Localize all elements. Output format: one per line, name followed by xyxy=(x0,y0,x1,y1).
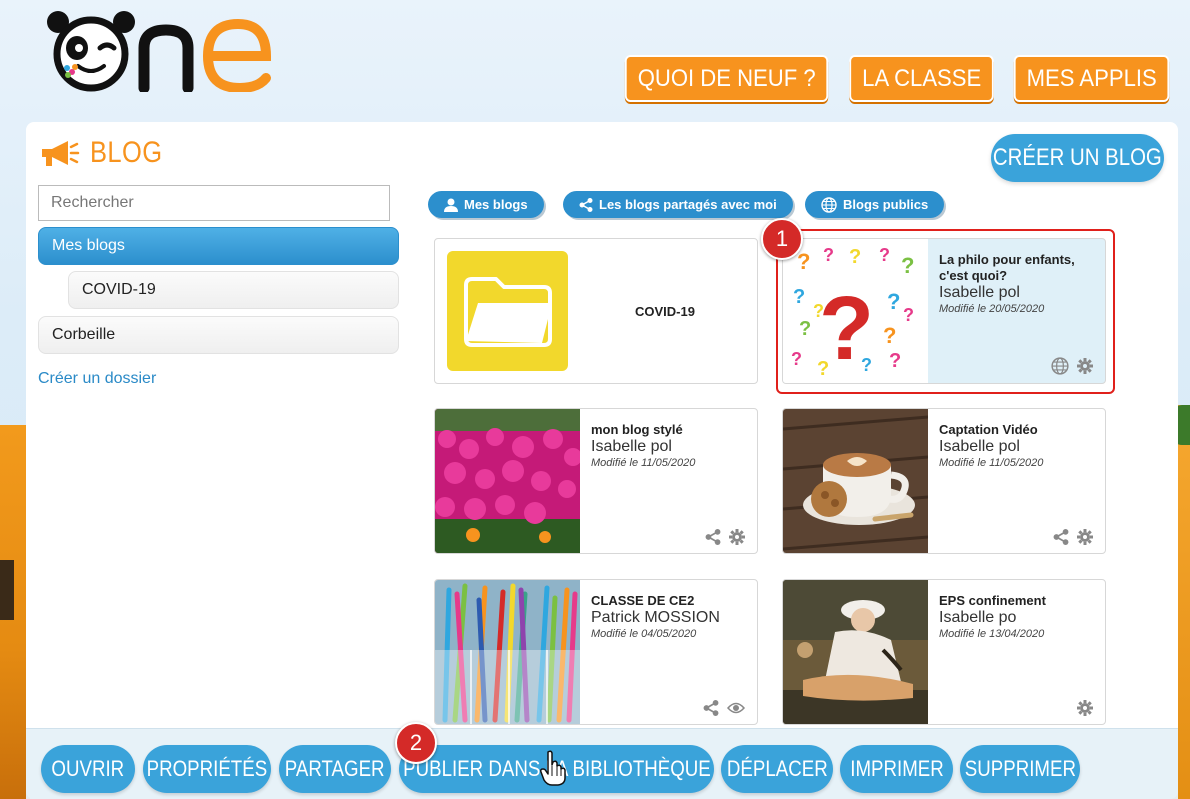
open-button[interactable]: OUVRIR xyxy=(41,745,135,793)
globe-icon xyxy=(821,196,837,213)
folder-icon xyxy=(447,251,568,371)
sidebar-item-covid-19[interactable]: COVID-19 xyxy=(68,271,399,309)
blog-card-info: mon blog stylé Isabelle pol Modifié le 1… xyxy=(591,422,756,471)
share-icon xyxy=(579,197,593,212)
filter-blogs-publics-label: Blogs publics xyxy=(843,197,929,212)
filter-blogs-publics[interactable]: Blogs publics xyxy=(805,191,945,218)
nav-mes-applis[interactable]: MES APPLIS xyxy=(1013,55,1170,102)
blog-author: Isabelle po xyxy=(939,609,1017,626)
create-blog-button[interactable]: CRÉER UN BLOG xyxy=(991,134,1164,182)
nav-la-classe[interactable]: LA CLASSE xyxy=(849,55,995,102)
blog-title: mon blog stylé xyxy=(591,422,683,437)
blog-author: Patrick MOSSION xyxy=(591,609,720,626)
step-badge-2: 2 xyxy=(395,722,437,764)
share-icon[interactable] xyxy=(705,529,721,545)
blog-modified-date: Modifié le 11/05/2020 xyxy=(591,457,696,469)
blog-card-actions xyxy=(703,700,745,716)
folder-label: COVID-19 xyxy=(635,304,695,319)
blog-card-info: EPS confinement Isabelle po Modifié le 1… xyxy=(939,593,1104,642)
delete-button[interactable]: SUPPRIMER xyxy=(960,745,1080,793)
filter-mes-blogs[interactable]: Mes blogs xyxy=(428,191,544,218)
blog-card-actions xyxy=(705,529,745,545)
create-folder-link[interactable]: Créer un dossier xyxy=(38,370,156,388)
selection-highlight xyxy=(776,229,1115,394)
page-title: BLOG xyxy=(38,136,175,170)
hand-cursor-icon xyxy=(540,750,566,791)
blog-card-classe-de-ce2[interactable]: CLASSE DE CE2 Patrick MOSSION Modifié le… xyxy=(434,579,758,725)
search-input[interactable] xyxy=(38,185,390,221)
move-button[interactable]: DÉPLACER xyxy=(721,745,833,793)
properties-button[interactable]: PROPRIÉTÉS xyxy=(143,745,271,793)
blog-title: CLASSE DE CE2 xyxy=(591,593,695,608)
print-button-label: IMPRIMER xyxy=(849,756,944,781)
blog-card-info: Captation Vidéo Isabelle pol Modifié le … xyxy=(939,422,1104,471)
eye-icon[interactable] xyxy=(727,701,745,715)
filter-blogs-partages[interactable]: Les blogs partagés avec moi xyxy=(563,191,793,218)
create-blog-label: CRÉER UN BLOG xyxy=(993,144,1162,171)
filter-blogs-partages-label: Les blogs partagés avec moi xyxy=(599,197,777,212)
blog-thumbnail-coffee xyxy=(783,409,928,553)
step-badge-1: 1 xyxy=(761,218,803,260)
blog-card-captation-video[interactable]: Captation Vidéo Isabelle pol Modifié le … xyxy=(782,408,1106,554)
delete-button-label: SUPPRIMER xyxy=(964,756,1076,781)
sidebar-item-corbeille[interactable]: Corbeille xyxy=(38,316,399,354)
nav-quoi-de-neuf[interactable]: QUOI DE NEUF ? xyxy=(624,55,829,102)
share-button[interactable]: PARTAGER xyxy=(279,745,391,793)
blog-card-info: CLASSE DE CE2 Patrick MOSSION Modifié le… xyxy=(591,593,756,642)
blog-card-mon-blog-style[interactable]: mon blog stylé Isabelle pol Modifié le 1… xyxy=(434,408,758,554)
move-button-label: DÉPLACER xyxy=(726,756,828,781)
filter-mes-blogs-label: Mes blogs xyxy=(464,197,528,212)
share-button-label: PARTAGER xyxy=(285,756,385,781)
page-title-text: BLOG xyxy=(90,136,163,169)
share-icon[interactable] xyxy=(703,700,719,716)
panda-logo-icon xyxy=(47,11,272,94)
blog-thumbnail-flowers xyxy=(435,409,580,553)
properties-button-label: PROPRIÉTÉS xyxy=(146,756,268,781)
share-icon[interactable] xyxy=(1053,529,1069,545)
gear-icon[interactable] xyxy=(1077,529,1093,545)
blog-author: Isabelle pol xyxy=(939,438,1020,455)
print-button[interactable]: IMPRIMER xyxy=(840,745,953,793)
blog-modified-date: Modifié le 04/05/2020 xyxy=(591,628,697,640)
blog-thumbnail-pencils xyxy=(435,580,580,724)
blog-modified-date: Modifié le 13/04/2020 xyxy=(939,628,1045,640)
gear-icon[interactable] xyxy=(1077,700,1093,716)
blog-title: EPS confinement xyxy=(939,593,1046,608)
blog-modified-date: Modifié le 11/05/2020 xyxy=(939,457,1044,469)
gear-icon[interactable] xyxy=(729,529,745,545)
blog-thumbnail-painting xyxy=(783,580,928,724)
blog-card-actions xyxy=(1053,529,1093,545)
user-icon xyxy=(444,198,458,212)
folder-card-covid-19[interactable]: COVID-19 xyxy=(434,238,758,384)
blog-title: Captation Vidéo xyxy=(939,422,1038,437)
one-logo[interactable] xyxy=(44,8,280,94)
megaphone-icon xyxy=(42,141,80,166)
top-navigation: QUOI DE NEUF ? LA CLASSE MES APPLIS xyxy=(616,55,1176,102)
open-button-label: OUVRIR xyxy=(51,756,125,781)
blog-author: Isabelle pol xyxy=(591,438,672,455)
blog-card-eps-confinement[interactable]: EPS confinement Isabelle po Modifié le 1… xyxy=(782,579,1106,725)
blog-card-actions xyxy=(1077,700,1093,716)
sidebar-item-mes-blogs[interactable]: Mes blogs xyxy=(38,227,399,265)
background-scenery-detail xyxy=(0,560,14,620)
